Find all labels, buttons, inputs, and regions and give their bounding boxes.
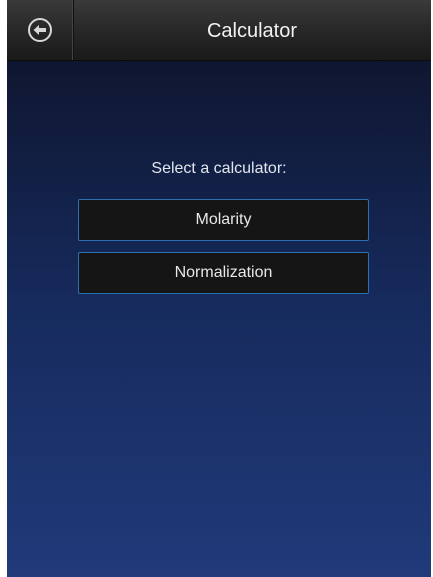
navigation-bar: Calculator xyxy=(7,0,431,61)
back-button[interactable] xyxy=(7,0,74,60)
normalization-button[interactable]: Normalization xyxy=(78,252,369,294)
select-calculator-prompt: Select a calculator: xyxy=(151,160,287,177)
app-screen: Calculator Select a calculator: Molarity… xyxy=(7,0,431,577)
page-title: Calculator xyxy=(206,20,298,42)
back-arrow-circle-icon xyxy=(27,17,53,43)
molarity-button[interactable]: Molarity xyxy=(78,199,369,241)
